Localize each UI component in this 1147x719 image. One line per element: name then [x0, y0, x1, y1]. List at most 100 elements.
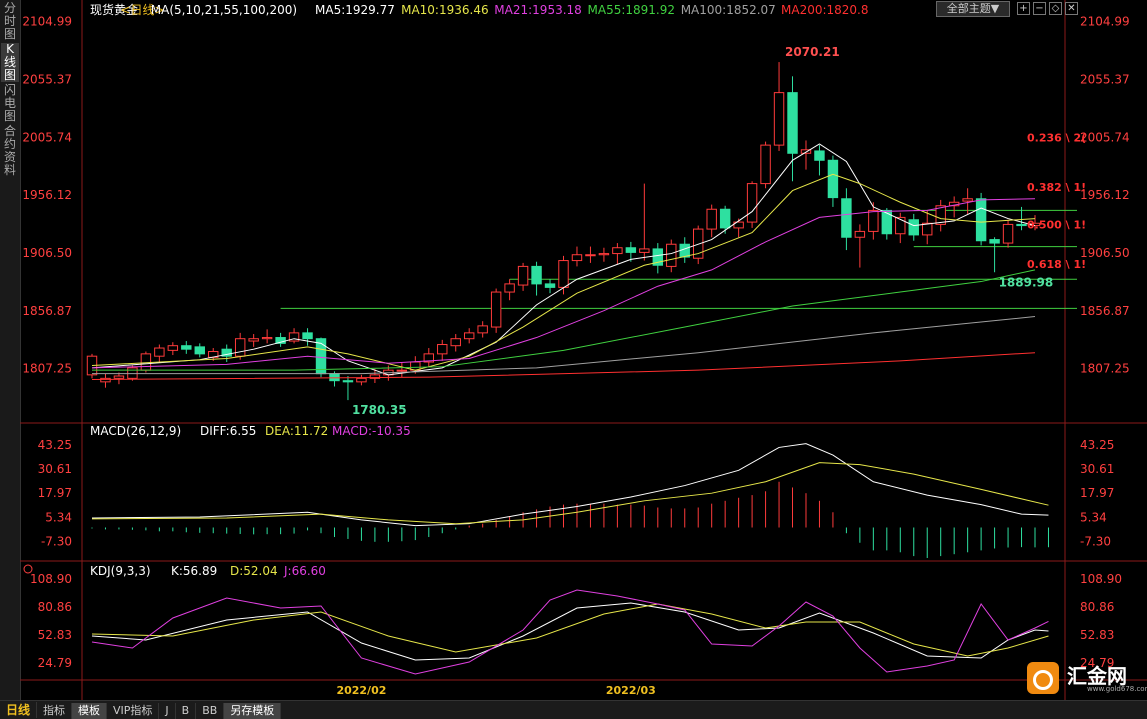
candle-body-54	[814, 150, 825, 161]
logo-url: www.gold678.com	[1087, 685, 1147, 693]
macd-diff-label: DIFF:6.55	[200, 424, 256, 438]
restore-icon[interactable]: ◇	[1049, 2, 1062, 15]
ma-legend-2: MA21:1953.18	[494, 3, 582, 17]
candle-body-67	[989, 239, 1000, 244]
kdj-tick-left-2: 52.83	[38, 628, 72, 642]
candle-body-46	[706, 208, 717, 230]
fib-label-3: 0.618 \ 1!	[1027, 258, 1086, 271]
candle-body-19	[342, 380, 354, 383]
ma-line-ma100	[92, 316, 1036, 375]
candle-body-65	[962, 198, 973, 202]
macd-tick-right-2: 17.97	[1080, 486, 1114, 500]
candle-body-43	[666, 243, 677, 267]
macd-tick-left-4: -7.30	[41, 534, 72, 548]
date-tick-0: 2022/02	[336, 684, 386, 697]
kdj-j-label: J:66.60	[283, 564, 326, 578]
extreme-label-0: 2070.21	[785, 45, 840, 59]
bottom-tab-5[interactable]: B	[176, 703, 197, 719]
kdj-tick-right-0: 108.90	[1080, 572, 1122, 586]
price-tick-right-3: 1956.12	[1080, 188, 1130, 202]
kdj-tick-left-1: 80.86	[38, 600, 72, 614]
bottom-toolbar: 日线 指标 模板 VIP指标 J B BB 另存模板	[0, 700, 1147, 719]
bottom-tab-7[interactable]: 另存模板	[224, 703, 282, 719]
candle-body-27	[450, 338, 461, 347]
candle-body-4	[140, 353, 152, 371]
kdj-tick-right-2: 52.83	[1080, 628, 1114, 642]
macd-tick-right-4: -7.30	[1080, 534, 1111, 548]
ma-legend-1: MA10:1936.46	[401, 3, 489, 17]
bottom-tab-3[interactable]: VIP指标	[107, 703, 160, 719]
candle-body-11	[234, 338, 246, 357]
candle-body-41	[639, 248, 650, 253]
candle-body-30	[490, 291, 502, 328]
left-sidebar: 分 时 图 K 线 图闪 电 图合 约 资 料	[0, 0, 21, 700]
candle-body-8	[194, 346, 205, 355]
candle-body-49	[746, 183, 758, 223]
sidebar-tab-1[interactable]: K 线 图	[1, 43, 19, 82]
candle-body-28	[463, 332, 475, 340]
price-tick-right-2: 2005.74	[1080, 130, 1130, 144]
candle-body-38	[598, 253, 610, 256]
candle-body-47	[719, 208, 731, 229]
kdj-tick-left-0: 108.90	[30, 572, 72, 586]
macd-tick-left-2: 17.97	[38, 486, 72, 500]
macd-dea-line	[91, 462, 1049, 525]
bottom-tab-4[interactable]: J	[159, 703, 176, 719]
candle-body-1	[100, 377, 111, 383]
kdj-title: KDJ(9,3,3)	[90, 564, 151, 578]
candle-body-2	[113, 375, 125, 379]
price-tick-left-6: 1807.25	[22, 362, 72, 376]
sidebar-tab-3[interactable]: 合 约 资 料	[1, 125, 19, 177]
candle-body-69	[1016, 223, 1027, 227]
candle-body-52	[787, 92, 798, 154]
candle-body-66	[975, 198, 987, 242]
candle-body-51	[773, 92, 785, 146]
price-tick-left-3: 1956.12	[22, 188, 72, 202]
candle-body-23	[396, 369, 408, 372]
extreme-label-2: 1889.98	[999, 275, 1054, 289]
zoom-in-icon[interactable]: +	[1017, 2, 1030, 15]
ma-legend-4: MA100:1852.07	[681, 3, 776, 17]
chart-canvas: 现货黄金<日线>MA(5,10,21,55,100,200) MA5:1929.7…	[20, 0, 1147, 700]
price-tick-right-0: 2104.99	[1080, 15, 1130, 29]
kdj-j-line	[91, 589, 1049, 675]
kdj-settings-icon	[23, 564, 33, 574]
kdj-tick-left-3: 24.79	[38, 656, 72, 670]
price-tick-right-4: 1906.50	[1080, 246, 1130, 260]
candle-body-5	[154, 347, 165, 357]
candle-body-13	[261, 337, 273, 340]
macd-tick-right-1: 30.61	[1080, 462, 1114, 476]
kdj-d-label: D:52.04	[230, 564, 278, 578]
bottom-tab-6[interactable]: BB	[196, 703, 225, 719]
price-tick-left-5: 1856.87	[22, 304, 72, 318]
bottom-tab-2[interactable]: 模板	[72, 703, 108, 719]
fib-label-0: 0.236 \ 2(	[1027, 131, 1086, 144]
candle-body-16	[302, 332, 313, 340]
ma-params: MA(5,10,21,55,100,200)	[151, 3, 297, 17]
candle-body-31	[504, 283, 515, 293]
candle-body-18	[329, 373, 340, 382]
logo-mark-icon	[1027, 662, 1059, 694]
bottom-tab-0[interactable]: 日线	[0, 702, 38, 718]
sidebar-tab-2[interactable]: 闪 电 图	[1, 84, 19, 123]
candle-body-36	[571, 254, 583, 262]
candle-body-33	[531, 265, 542, 285]
ma-line-ma200	[91, 352, 1036, 381]
macd-tick-left-3: 5.34	[45, 510, 72, 524]
close-icon[interactable]: ✕	[1065, 2, 1078, 15]
kdj-k-line	[91, 602, 1049, 661]
price-tick-left-2: 2005.74	[22, 130, 72, 144]
price-tick-right-1: 2055.37	[1080, 72, 1130, 86]
candle-body-32	[517, 265, 529, 286]
macd-value-label: MACD:-10.35	[332, 424, 411, 438]
bottom-tab-1[interactable]: 指标	[37, 703, 73, 719]
candle-body-55	[827, 159, 839, 199]
candle-body-59	[881, 209, 893, 235]
candle-body-62	[922, 222, 933, 236]
zoom-out-icon[interactable]: −	[1033, 2, 1046, 15]
theme-dropdown-button[interactable]: 全部主题▼	[936, 1, 1010, 17]
candle-body-39	[612, 247, 623, 255]
sidebar-tab-0[interactable]: 分 时 图	[1, 2, 19, 41]
ma-legend-3: MA55:1891.92	[588, 3, 676, 17]
price-tick-right-6: 1807.25	[1080, 362, 1130, 376]
